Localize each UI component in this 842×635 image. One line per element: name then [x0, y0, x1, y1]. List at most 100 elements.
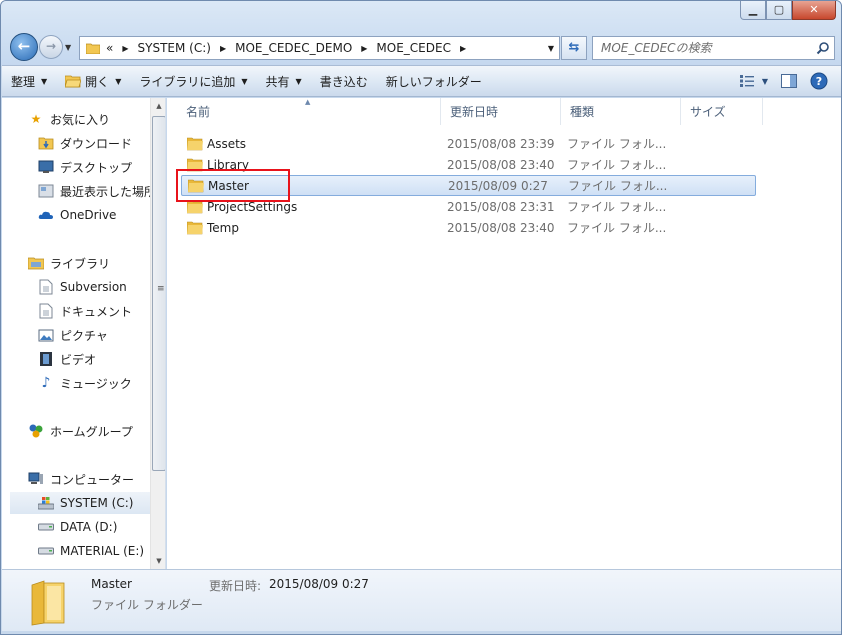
triangle-right-icon[interactable]: ▶ [460, 44, 466, 53]
column-header-date[interactable]: 更新日時 [441, 98, 561, 125]
file-name: Temp [207, 220, 239, 235]
add-to-library-label: ライブラリに追加 [139, 74, 236, 89]
nav-music[interactable]: ♪ ミュージック [38, 372, 165, 394]
file-name-cell: ProjectSettings [187, 200, 297, 214]
file-name: Library [207, 157, 249, 172]
refresh-button[interactable]: ⇆ [561, 36, 587, 60]
chevron-down-icon: ▼ [761, 76, 769, 86]
file-row[interactable]: Library 2015/08/08 23:40 ファイル フォル... [181, 154, 756, 175]
file-type: ファイル フォル... [567, 158, 667, 172]
nav-onedrive[interactable]: OneDrive [38, 204, 165, 226]
nav-drive-c[interactable]: SYSTEM (C:) [10, 492, 150, 514]
chevron-down-icon: ▼ [115, 76, 122, 86]
scroll-down-icon[interactable]: ▼ [151, 553, 165, 569]
address-bar[interactable]: « ▶ SYSTEM (C:) ▶ MOE_CEDEC_DEMO ▶ MOE_C… [79, 36, 560, 60]
search-icon[interactable] [816, 41, 830, 55]
column-label: サイズ [690, 105, 726, 119]
help-button[interactable]: ? [804, 69, 834, 93]
nav-label: ビデオ [60, 352, 97, 367]
maximize-button[interactable]: ▢ [766, 1, 792, 20]
column-label: 名前 [186, 105, 211, 119]
desktop-icon [38, 159, 54, 175]
crumb-moe-cedec-demo[interactable]: MOE_CEDEC_DEMO [235, 41, 352, 55]
nav-desktop[interactable]: デスクトップ [38, 156, 165, 178]
column-header-size[interactable]: サイズ [681, 98, 763, 125]
open-button[interactable]: 開く ▼ [56, 69, 130, 93]
close-button[interactable]: ✕ [792, 1, 836, 20]
crumb-system-c[interactable]: SYSTEM (C:) [138, 41, 211, 55]
nav-label: ピクチャ [60, 328, 108, 343]
document-icon [38, 279, 54, 295]
help-icon: ? [810, 72, 828, 90]
file-row[interactable]: Assets 2015/08/08 23:39 ファイル フォル... [181, 133, 756, 154]
burn-label: 書き込む [319, 74, 368, 89]
nav-label: ダウンロード [60, 136, 133, 151]
file-name-cell: Temp [187, 221, 239, 235]
nav-computer[interactable]: コンピューター [28, 468, 165, 490]
file-date: 2015/08/08 23:40 [447, 157, 555, 172]
triangle-right-icon[interactable]: ▶ [220, 44, 226, 53]
nav-drive-d[interactable]: DATA (D:) [38, 516, 165, 538]
preview-pane-button[interactable] [774, 69, 804, 93]
history-dropdown[interactable]: ▼ [65, 43, 77, 53]
new-folder-label: 新しいフォルダー [385, 74, 482, 89]
nav-videos[interactable]: ビデオ [38, 348, 165, 370]
chevron-down-icon: ▼ [241, 76, 248, 86]
download-folder-icon [38, 135, 54, 151]
folder-icon [86, 43, 100, 54]
file-row[interactable]: ProjectSettings 2015/08/08 23:31 ファイル フォ… [181, 196, 756, 217]
burn-button[interactable]: 書き込む [311, 69, 377, 93]
back-button[interactable]: ← [10, 33, 38, 61]
nav-libraries[interactable]: ライブラリ [28, 252, 165, 274]
nav-drive-e[interactable]: MATERIAL (E:) [38, 540, 165, 562]
file-name-cell: Master [188, 179, 249, 193]
nav-documents[interactable]: ドキュメント [38, 300, 165, 322]
share-button[interactable]: 共有 ▼ [257, 69, 311, 93]
refresh-icon: ⇆ [568, 40, 580, 55]
column-label: 更新日時 [450, 105, 499, 119]
nav-downloads[interactable]: ダウンロード [38, 132, 165, 154]
view-controls: ▼ ? [734, 69, 841, 93]
forward-button[interactable]: → [39, 35, 63, 59]
nav-scrollbar[interactable]: ▲ ≡ ▼ [150, 98, 165, 569]
nav-label: Subversion [60, 280, 127, 294]
file-name: Assets [207, 136, 247, 151]
file-list: 名前 ▲ 更新日時 種類 サイズ Assets 2015/08/08 23:39… [167, 98, 841, 569]
file-row-selected[interactable]: Master 2015/08/09 0:27 ファイル フォル... [181, 175, 756, 196]
minimize-button[interactable]: ▁ [740, 1, 766, 20]
organize-button[interactable]: 整理 ▼ [2, 69, 56, 93]
view-options-button[interactable]: ▼ [734, 69, 774, 93]
chevron-down-icon: ▼ [547, 43, 555, 53]
scroll-up-icon[interactable]: ▲ [151, 98, 165, 114]
computer-icon [28, 471, 44, 487]
library-icon [28, 255, 44, 271]
nav-pictures[interactable]: ピクチャ [38, 324, 165, 346]
new-folder-button[interactable]: 新しいフォルダー [377, 69, 491, 93]
address-overflow[interactable]: « [106, 41, 113, 55]
crumb-moe-cedec[interactable]: MOE_CEDEC [376, 41, 451, 55]
file-row[interactable]: Temp 2015/08/08 23:40 ファイル フォル... [181, 217, 756, 238]
command-bar: 整理 ▼ 開く ▼ ライブラリに追加 ▼ 共有 ▼ 書き込む 新しいフォルダー ▼ ? [2, 65, 841, 97]
file-date: 2015/08/08 23:39 [447, 136, 555, 151]
grip-icon: ≡ [157, 284, 165, 294]
add-to-library-button[interactable]: ライブラリに追加 ▼ [130, 69, 256, 93]
star-icon: ★ [30, 112, 42, 126]
triangle-right-icon[interactable]: ▶ [361, 44, 367, 53]
picture-icon [38, 327, 54, 343]
chevron-down-icon: ▼ [41, 76, 48, 86]
address-dropdown[interactable]: ▼ [543, 44, 559, 53]
scroll-thumb[interactable]: ≡ [152, 116, 165, 471]
nav-subversion[interactable]: Subversion [38, 276, 165, 298]
drive-icon [38, 519, 54, 535]
open-label: 開く [85, 74, 110, 89]
nav-label: OneDrive [60, 208, 117, 222]
chevron-down-icon: ▼ [295, 76, 302, 86]
nav-favorites[interactable]: ★ お気に入り [28, 108, 165, 130]
column-header-type[interactable]: 種類 [561, 98, 681, 125]
triangle-right-icon: ▶ [122, 43, 129, 53]
details-modified-value: 2015/08/09 0:27 [269, 577, 369, 591]
nav-recent[interactable]: 最近表示した場所 [38, 180, 165, 202]
search-input[interactable] [593, 37, 803, 59]
preview-pane-icon [781, 74, 797, 88]
nav-homegroup[interactable]: ホームグループ [28, 420, 165, 442]
